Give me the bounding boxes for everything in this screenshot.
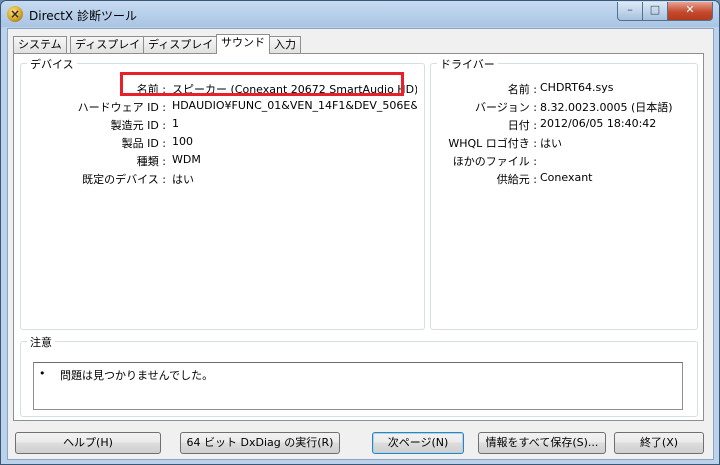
save-all-info-button[interactable]: 情報をすべて保存(S)... [478, 432, 606, 454]
notes-group-title: 注意 [27, 334, 55, 350]
whql-value: はい [540, 137, 562, 150]
other-files-label: ほかのファイル : [452, 155, 537, 168]
title-bar[interactable]: × DirectX 診断ツール – □ ✕ [1, 1, 719, 27]
notes-box[interactable]: • 問題は見つかりませんでした。 [33, 362, 683, 410]
default-device-value: はい [172, 173, 194, 186]
help-button[interactable]: ヘルプ(H) [15, 432, 161, 454]
notes-text: 問題は見つかりませんでした。 [60, 369, 214, 382]
maximize-icon[interactable]: □ [642, 2, 668, 21]
product-id-value: 100 [172, 135, 193, 148]
driver-group-title: ドライバー [437, 56, 498, 72]
minimize-icon[interactable]: – [617, 2, 643, 21]
provider-label: 供給元 : [496, 173, 537, 186]
notes-group: 注意 • 問題は見つかりませんでした。 [20, 334, 698, 417]
hardware-id-value: HDAUDIO¥FUNC_01&VEN_14F1&DEV_506E&SU [172, 99, 417, 112]
run-64bit-dxdiag-button[interactable]: 64 ビット DxDiag の実行(R) [180, 432, 340, 454]
tab-input[interactable]: 入力 [269, 36, 301, 53]
exit-button[interactable]: 終了(X) [614, 432, 704, 454]
device-group: デバイス 名前 : スピーカー (Conexant 20672 SmartAud… [20, 56, 425, 330]
directx-icon: × [7, 6, 23, 22]
notes-bullet: • [39, 367, 46, 380]
driver-name-label: 名前 : [507, 83, 537, 96]
close-icon[interactable]: ✕ [667, 2, 713, 21]
sound-tab-panel: デバイス 名前 : スピーカー (Conexant 20672 SmartAud… [13, 53, 704, 421]
whql-label: WHQL ロゴ付き : [448, 137, 537, 150]
driver-group: ドライバー 名前 : CHDRT64.sys バージョン : 8.32.0023… [430, 56, 698, 330]
default-device-label: 既定のデバイス : [82, 173, 166, 186]
product-id-label: 製品 ID : [121, 137, 166, 150]
hardware-id-label: ハードウェア ID : [77, 101, 166, 114]
driver-version-value: 8.32.0023.0005 (日本語) [540, 101, 673, 114]
type-value: WDM [172, 153, 201, 166]
dxdiag-window: × DirectX 診断ツール – □ ✕ システム ディスプレイ 1 ディスプ… [0, 0, 720, 465]
driver-name-value: CHDRT64.sys [540, 81, 614, 94]
device-name-highlight [120, 72, 404, 96]
tab-system[interactable]: システム [13, 36, 67, 53]
manufacturer-id-label: 製造元 ID : [110, 119, 166, 132]
type-label: 種類 : [136, 155, 166, 168]
device-group-title: デバイス [27, 56, 77, 72]
next-page-button[interactable]: 次ページ(N) [372, 432, 464, 454]
manufacturer-id-value: 1 [172, 117, 179, 130]
tab-sound[interactable]: サウンド [216, 34, 270, 54]
provider-value: Conexant [540, 171, 593, 184]
driver-version-label: バージョン : [475, 101, 537, 114]
driver-date-label: 日付 : [507, 119, 537, 132]
driver-date-value: 2012/06/05 18:40:42 [540, 117, 657, 130]
window-title: DirectX 診断ツール [29, 9, 137, 23]
